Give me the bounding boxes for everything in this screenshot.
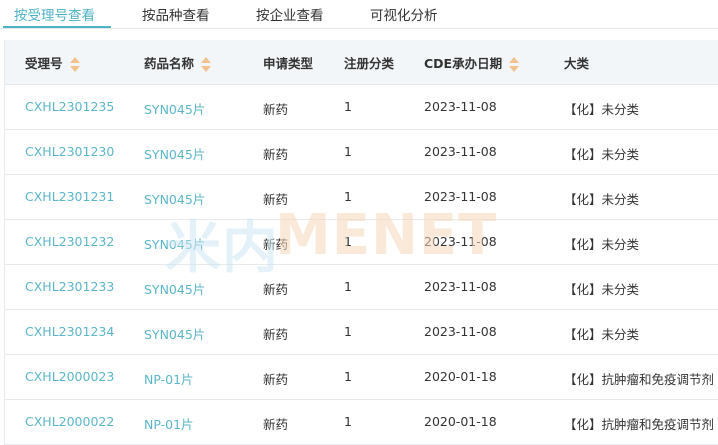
date-cell: 2020-01-18 <box>424 414 497 429</box>
header-label: CDE承办日期 <box>424 56 503 71</box>
date-cell: 2023-11-08 <box>424 324 497 339</box>
date-cell: 2023-11-08 <box>424 279 497 294</box>
accept-no-link[interactable]: CXHL2301235 <box>25 99 114 114</box>
category-cell: 【化】未分类 <box>564 282 640 297</box>
tab-by-accept-no[interactable]: 按受理号查看 <box>14 4 95 24</box>
header-accept-no[interactable]: 受理号 <box>25 53 80 73</box>
reg-class-cell: 1 <box>344 369 352 384</box>
category-cell: 【化】未分类 <box>564 327 640 342</box>
table-row: CXHL2301231 SYN045片 新药 1 2023-11-08 【化】未… <box>5 175 718 220</box>
header-drug-name[interactable]: 药品名称 <box>144 53 212 73</box>
table-row: CXHL2000022 NP-01片 新药 1 2020-01-18 【化】抗肿… <box>5 400 718 445</box>
table-row: CXHL2301232 SYN045片 新药 1 2023-11-08 【化】未… <box>5 220 718 265</box>
category-cell: 【化】未分类 <box>564 147 640 162</box>
tab-visual-analysis[interactable]: 可视化分析 <box>370 4 438 24</box>
accept-no-link[interactable]: CXHL2000022 <box>25 414 114 429</box>
header-category: 大类 <box>564 56 590 71</box>
apply-type-cell: 新药 <box>263 327 289 342</box>
header-reg-class: 注册分类 <box>344 56 395 71</box>
reg-class-cell: 1 <box>344 279 352 294</box>
apply-type-cell: 新药 <box>263 372 289 387</box>
header-apply-type: 申请类型 <box>263 56 314 71</box>
drug-name-link[interactable]: SYN045片 <box>144 99 205 118</box>
tab-by-company[interactable]: 按企业查看 <box>256 4 324 24</box>
header-cde-date[interactable]: CDE承办日期 <box>424 53 520 73</box>
apply-type-cell: 新药 <box>263 237 289 252</box>
category-cell: 【化】抗肿瘤和免疫调节剂 <box>564 417 715 432</box>
tabs-divider <box>0 28 718 29</box>
reg-class-cell: 1 <box>344 324 352 339</box>
drug-name-link[interactable]: SYN045片 <box>144 189 205 208</box>
table-row: CXHL2301235 SYN045片 新药 1 2023-11-08 【化】未… <box>5 85 718 130</box>
category-cell: 【化】未分类 <box>564 102 640 117</box>
accept-no-link[interactable]: CXHL2301233 <box>25 279 114 294</box>
table-row: CXHL2301230 SYN045片 新药 1 2023-11-08 【化】未… <box>5 130 718 175</box>
accept-no-link[interactable]: CXHL2000023 <box>25 369 114 384</box>
header-label: 药品名称 <box>144 56 195 71</box>
category-cell: 【化】未分类 <box>564 237 640 252</box>
apply-type-cell: 新药 <box>263 102 289 117</box>
drug-name-link[interactable]: SYN045片 <box>144 234 205 253</box>
category-cell: 【化】抗肿瘤和免疫调节剂 <box>564 372 715 387</box>
apply-type-cell: 新药 <box>263 417 289 432</box>
accept-no-link[interactable]: CXHL2301232 <box>25 234 114 249</box>
sort-icon[interactable] <box>69 56 80 73</box>
date-cell: 2023-11-08 <box>424 234 497 249</box>
date-cell: 2020-01-18 <box>424 369 497 384</box>
apply-type-cell: 新药 <box>263 282 289 297</box>
drug-name-link[interactable]: NP-01片 <box>144 414 194 433</box>
drug-name-link[interactable]: NP-01片 <box>144 369 194 388</box>
table-row: CXHL2301234 SYN045片 新药 1 2023-11-08 【化】未… <box>5 310 718 355</box>
table-header: 受理号 药品名称 申请类型 注册分类 CDE承办日期 大类 <box>5 40 718 85</box>
reg-class-cell: 1 <box>344 234 352 249</box>
date-cell: 2023-11-08 <box>424 144 497 159</box>
sort-icon[interactable] <box>509 56 520 73</box>
apply-type-cell: 新药 <box>263 147 289 162</box>
reg-class-cell: 1 <box>344 189 352 204</box>
reg-class-cell: 1 <box>344 144 352 159</box>
accept-no-link[interactable]: CXHL2301230 <box>25 144 114 159</box>
accept-no-link[interactable]: CXHL2301231 <box>25 189 114 204</box>
view-tabs: 按受理号查看 按品种查看 按企业查看 可视化分析 <box>0 0 718 29</box>
results-table: 受理号 药品名称 申请类型 注册分类 CDE承办日期 大类 CXHL230123… <box>4 40 718 445</box>
drug-name-link[interactable]: SYN045片 <box>144 324 205 343</box>
header-label: 受理号 <box>25 56 63 71</box>
drug-name-link[interactable]: SYN045片 <box>144 144 205 163</box>
category-cell: 【化】未分类 <box>564 192 640 207</box>
date-cell: 2023-11-08 <box>424 99 497 114</box>
reg-class-cell: 1 <box>344 99 352 114</box>
table-row: CXHL2000023 NP-01片 新药 1 2020-01-18 【化】抗肿… <box>5 355 718 400</box>
accept-no-link[interactable]: CXHL2301234 <box>25 324 114 339</box>
tab-by-variety[interactable]: 按品种查看 <box>142 4 210 24</box>
drug-name-link[interactable]: SYN045片 <box>144 279 205 298</box>
date-cell: 2023-11-08 <box>424 189 497 204</box>
apply-type-cell: 新药 <box>263 192 289 207</box>
reg-class-cell: 1 <box>344 414 352 429</box>
table-row: CXHL2301233 SYN045片 新药 1 2023-11-08 【化】未… <box>5 265 718 310</box>
sort-icon[interactable] <box>201 56 212 73</box>
